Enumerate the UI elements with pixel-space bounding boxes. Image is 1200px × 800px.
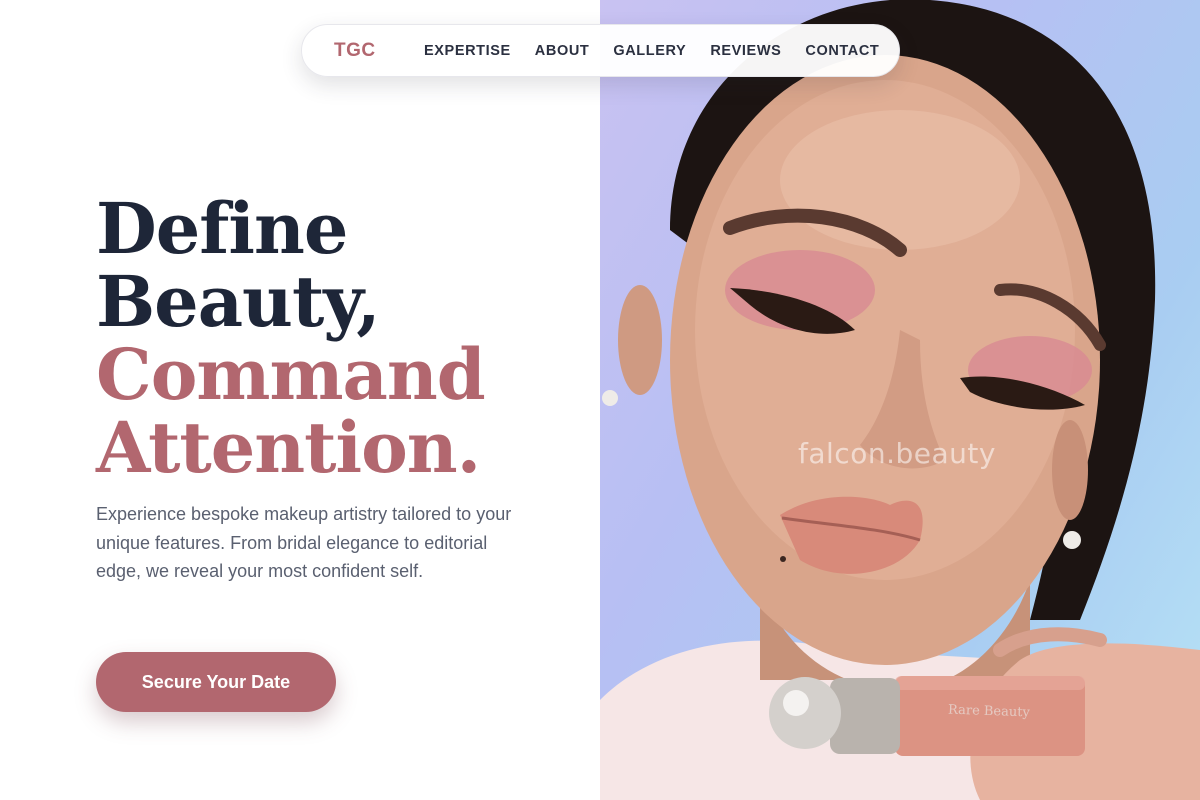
main-nav: TGC EXPERTISE ABOUT GALLERY REVIEWS CONT… — [301, 24, 900, 77]
headline-line-attention: Attention. — [96, 406, 481, 489]
hero-photo: falcon.beauty Rare Beauty — [600, 0, 1200, 800]
hero-lead-text: Experience bespoke makeup artistry tailo… — [96, 504, 512, 581]
nav-links: EXPERTISE ABOUT GALLERY REVIEWS CONTACT — [424, 43, 879, 59]
headline-line-command: Command — [96, 333, 486, 416]
nav-link-contact[interactable]: CONTACT — [805, 43, 879, 59]
headline-line-beauty: Beauty, — [96, 260, 381, 343]
nav-link-about[interactable]: ABOUT — [535, 43, 590, 59]
headline-line-define: Define — [96, 187, 348, 270]
secure-date-button[interactable]: Secure Your Date — [96, 652, 336, 712]
hero-left-panel: Define Beauty, Command Attention. Experi… — [0, 0, 600, 800]
nav-link-expertise[interactable]: EXPERTISE — [424, 43, 511, 59]
nav-link-gallery[interactable]: GALLERY — [613, 43, 686, 59]
nav-link-reviews[interactable]: REVIEWS — [710, 43, 781, 59]
model-portrait-image — [600, 0, 1200, 800]
brand-logo[interactable]: TGC — [334, 40, 376, 62]
hero-headline: Define Beauty, Command Attention. — [96, 187, 486, 489]
photo-watermark: falcon.beauty — [798, 437, 996, 470]
product-label: Rare Beauty — [947, 702, 1031, 721]
